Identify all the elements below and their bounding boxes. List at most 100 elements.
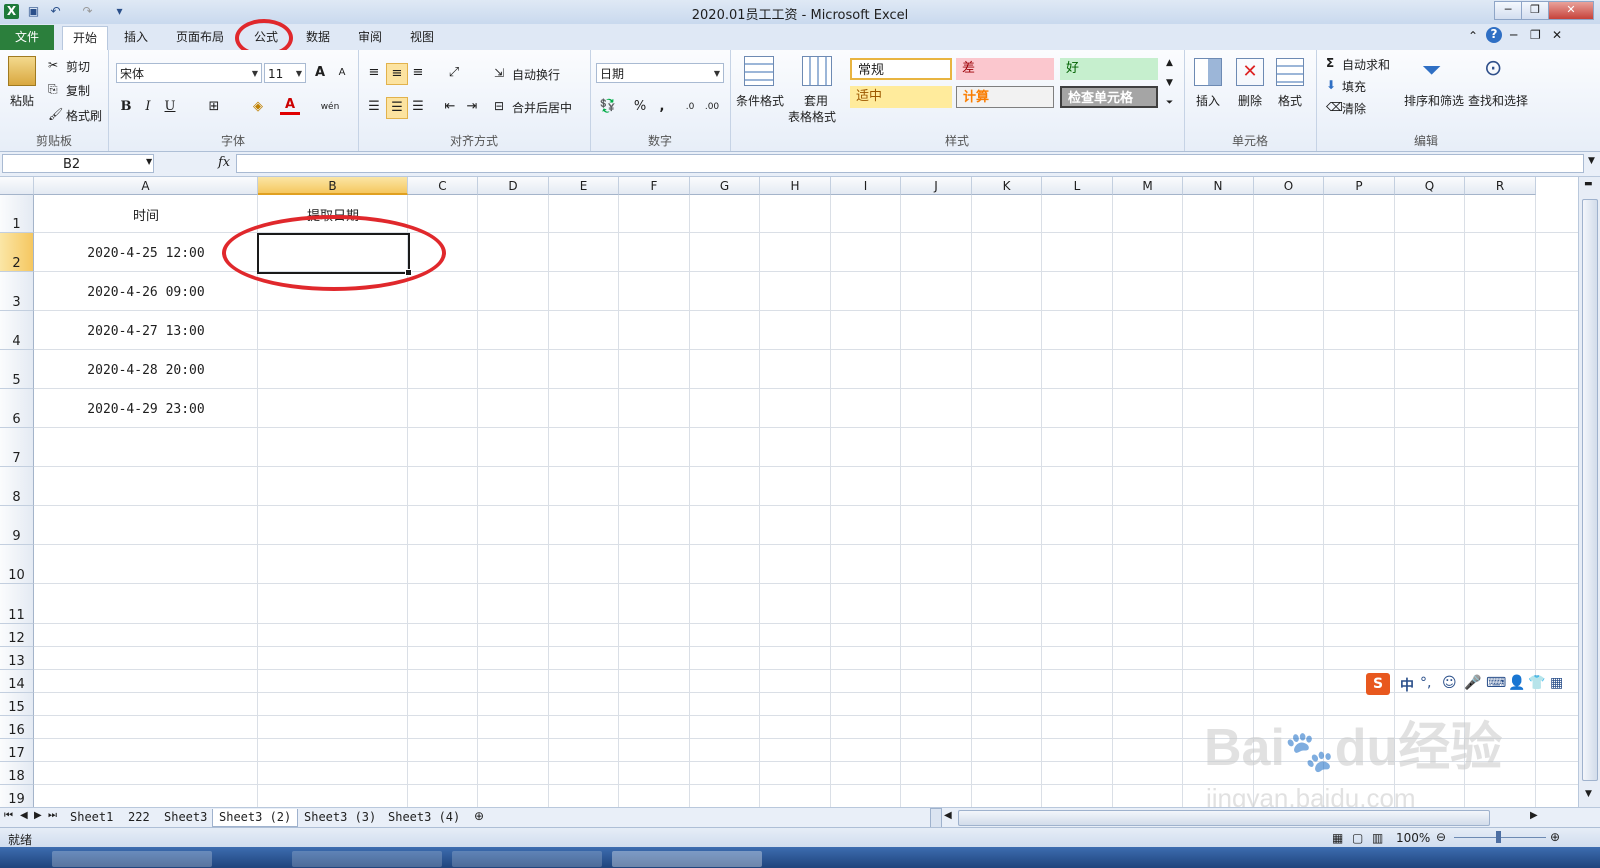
minimize-button[interactable]: ─ <box>1494 1 1522 20</box>
column-header-B[interactable]: B <box>258 177 408 195</box>
merge-center-icon[interactable]: ⊟ <box>494 99 504 113</box>
row-header-15[interactable]: 15 <box>0 693 34 716</box>
sheet-tab-sheet3[interactable]: Sheet3 <box>158 809 213 826</box>
column-header-A[interactable]: A <box>34 177 258 195</box>
last-sheet-icon[interactable]: ⏭ <box>48 810 57 821</box>
zoom-slider-thumb[interactable] <box>1496 831 1501 843</box>
normal-view-icon[interactable]: ▦ <box>1332 831 1343 845</box>
ime-skin-icon[interactable]: 👕 <box>1528 675 1545 697</box>
currency-icon[interactable]: 💱 <box>598 97 618 117</box>
styles-scroll-down-icon[interactable]: ▼ <box>1166 78 1173 88</box>
row-header-3[interactable]: 3 <box>0 272 34 311</box>
ime-voice-icon[interactable]: 🎤 <box>1464 675 1481 697</box>
bold-button[interactable]: B <box>116 97 136 117</box>
tab-file[interactable]: 文件 <box>0 25 54 50</box>
sheet-tab-sheet3-4[interactable]: Sheet3 (4) <box>382 809 466 826</box>
cell-A6[interactable]: 2020-4-29 23:00 <box>34 402 258 417</box>
row-header-6[interactable]: 6 <box>0 389 34 428</box>
shrink-font-button[interactable]: A <box>332 63 352 83</box>
new-sheet-icon[interactable]: ⊕ <box>474 809 484 823</box>
wrap-text-icon[interactable]: ⇲ <box>494 66 504 80</box>
sheet-tab-222[interactable]: 222 <box>122 809 156 826</box>
maximize-button[interactable]: ❐ <box>1521 1 1549 20</box>
scroll-down-icon[interactable]: ▼ <box>1585 789 1592 799</box>
decrease-decimal-icon[interactable]: .00 <box>702 97 722 117</box>
column-header-M[interactable]: M <box>1113 177 1183 195</box>
number-format-combo[interactable]: 日期 ▼ <box>596 63 724 83</box>
format-cells-button[interactable]: 格式 <box>1278 92 1302 109</box>
sheet-tab-sheet1[interactable]: Sheet1 <box>64 809 119 826</box>
taskbar-item-excel[interactable] <box>612 851 762 867</box>
taskbar-item-1[interactable] <box>52 851 212 867</box>
comma-button[interactable]: , <box>652 97 672 117</box>
autosum-button[interactable]: 自动求和 <box>1342 56 1390 73</box>
border-icon[interactable]: ⊞ <box>204 97 224 117</box>
cell-A5[interactable]: 2020-4-28 20:00 <box>34 363 258 378</box>
copy-button[interactable]: 复制 <box>66 82 90 99</box>
split-box-icon[interactable]: ▬ <box>1584 179 1593 189</box>
row-header-5[interactable]: 5 <box>0 350 34 389</box>
insert-function-button[interactable]: fx <box>218 155 230 170</box>
ime-language-indicator[interactable]: 中 <box>1400 675 1414 697</box>
close-button[interactable]: ✕ <box>1548 1 1594 20</box>
row-header-12[interactable]: 12 <box>0 624 34 647</box>
paste-icon[interactable] <box>8 56 36 86</box>
zoom-out-icon[interactable]: ⊖ <box>1436 830 1446 844</box>
ime-punctuation-indicator[interactable]: °, <box>1420 675 1431 697</box>
sheet-tab-sheet3-3[interactable]: Sheet3 (3) <box>298 809 382 826</box>
styles-scroll-up-icon[interactable]: ▲ <box>1166 58 1173 68</box>
align-middle-icon[interactable]: ≡ <box>386 63 408 85</box>
fill-button[interactable]: 填充 <box>1342 78 1366 95</box>
format-as-table-line1[interactable]: 套用 <box>804 92 828 109</box>
tab-split-handle[interactable] <box>930 808 942 828</box>
doc-close-icon[interactable]: ✕ <box>1552 28 1562 42</box>
ribbon-minimize-icon[interactable]: ⌃ <box>1468 29 1478 43</box>
wrap-text-button[interactable]: 自动换行 <box>512 66 560 83</box>
format-cells-icon[interactable] <box>1276 58 1304 86</box>
delete-cells-button[interactable]: 删除 <box>1238 92 1262 109</box>
style-good[interactable]: 好 <box>1060 58 1158 80</box>
align-bottom-icon[interactable]: ≡ <box>408 63 428 83</box>
conditional-format-button[interactable]: 条件格式 <box>736 92 784 109</box>
styles-more-icon[interactable]: ⏷ <box>1166 98 1173 108</box>
next-sheet-icon[interactable]: ▶ <box>34 810 42 821</box>
ime-user-icon[interactable]: 👤 <box>1508 675 1525 697</box>
style-normal[interactable]: 常规 <box>850 58 952 80</box>
find-select-button[interactable]: 查找和选择 <box>1468 92 1528 109</box>
italic-button[interactable]: I <box>138 97 158 117</box>
horizontal-scroll-thumb[interactable] <box>958 810 1490 826</box>
insert-cells-button[interactable]: 插入 <box>1196 92 1220 109</box>
ime-emoji-icon[interactable]: ☺ <box>1442 675 1457 697</box>
row-header-11[interactable]: 11 <box>0 584 34 624</box>
copy-icon[interactable]: ⎘ <box>48 82 58 97</box>
tab-data[interactable]: 数据 <box>296 26 340 48</box>
clear-icon[interactable]: ⌫ <box>1326 100 1343 114</box>
vertical-scrollbar[interactable]: ▬ ▼ <box>1578 177 1600 807</box>
name-box-dropdown-icon[interactable]: ▼ <box>146 157 152 166</box>
style-neutral[interactable]: 适中 <box>850 86 952 108</box>
ime-keyboard-icon[interactable]: ⌨ <box>1486 675 1506 697</box>
scroll-left-icon[interactable]: ◀ <box>944 810 952 821</box>
column-header-H[interactable]: H <box>760 177 831 195</box>
doc-restore-icon[interactable]: ❐ <box>1530 28 1541 42</box>
tab-page-layout[interactable]: 页面布局 <box>166 26 234 48</box>
row-header-18[interactable]: 18 <box>0 762 34 785</box>
column-header-L[interactable]: L <box>1042 177 1113 195</box>
cell-A1[interactable]: 时间 <box>34 205 258 224</box>
font-name-combo[interactable]: 宋体 ▼ <box>116 63 262 83</box>
column-header-P[interactable]: P <box>1324 177 1395 195</box>
column-header-I[interactable]: I <box>831 177 901 195</box>
autosum-icon[interactable]: Σ <box>1326 56 1334 70</box>
zoom-level[interactable]: 100% <box>1396 831 1430 845</box>
cut-button[interactable]: 剪切 <box>66 58 90 75</box>
sort-filter-button[interactable]: 排序和筛选 <box>1404 92 1464 109</box>
paste-button[interactable]: 粘贴 <box>10 92 34 109</box>
grow-font-button[interactable]: A <box>310 63 330 83</box>
first-sheet-icon[interactable]: ⏮ <box>4 810 13 821</box>
percent-button[interactable]: % <box>630 97 650 117</box>
phonetic-button[interactable]: wén <box>320 97 340 117</box>
scroll-right-icon[interactable]: ▶ <box>1530 810 1538 821</box>
clear-button[interactable]: 清除 <box>1342 100 1366 117</box>
row-header-14[interactable]: 14 <box>0 670 34 693</box>
format-painter-button[interactable]: 格式刷 <box>66 107 102 124</box>
